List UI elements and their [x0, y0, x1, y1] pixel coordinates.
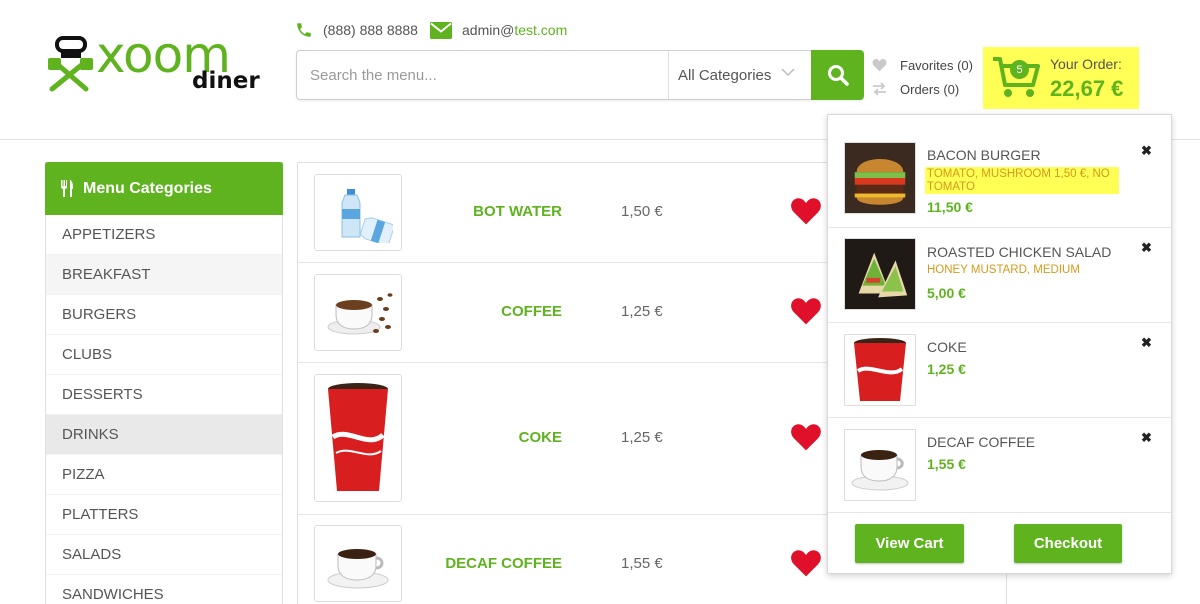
cart-count-badge: 5 [1010, 60, 1029, 79]
product-price: 1,55 € [621, 555, 663, 572]
product-price: 1,50 € [621, 203, 663, 220]
your-order-label: Your Order: [1050, 56, 1122, 72]
product-name[interactable]: BOT WATER [473, 203, 562, 220]
coffee-cup-image[interactable] [314, 525, 402, 602]
product-price: 1,25 € [621, 429, 663, 446]
search-button[interactable] [811, 50, 864, 100]
category-select-value: All Categories [678, 66, 772, 84]
coffee-cup-image[interactable] [314, 274, 402, 351]
cart-item: BACON BURGER TOMATO, MUSHROOM 1,50 €, NO… [828, 115, 1171, 228]
orders-link[interactable]: Orders (0) [872, 80, 959, 98]
cart-item-name: ROASTED CHICKEN SALAD [927, 244, 1112, 260]
remove-item-icon[interactable]: ✖ [1141, 240, 1152, 256]
cart-item-name: BACON BURGER [927, 147, 1041, 163]
favorite-heart-icon[interactable] [790, 422, 822, 452]
product-name[interactable]: COKE [519, 429, 562, 446]
email-contact[interactable]: admin@test.com [430, 20, 567, 40]
menu-categories-title: Menu Categories [83, 179, 212, 197]
search-icon [827, 65, 849, 86]
category-item-appetizers[interactable]: APPETIZERS [46, 215, 282, 255]
cart-item-price: 11,50 € [927, 199, 973, 215]
product-price: 1,25 € [621, 303, 663, 320]
phone-number: (888) 888 8888 [323, 22, 418, 38]
cart-item-options: TOMATO, MUSHROOM 1,50 €, NO TOMATO [925, 167, 1119, 194]
your-order-button[interactable]: 5 Your Order: 22,67 € [983, 47, 1139, 109]
category-item-pizza[interactable]: PIZZA [46, 455, 282, 495]
chef-utensils-icon [48, 36, 93, 92]
logo-subtitle: diner [192, 68, 260, 94]
envelope-icon [430, 21, 452, 39]
cart-dropdown: BACON BURGER TOMATO, MUSHROOM 1,50 €, NO… [827, 114, 1172, 574]
remove-item-icon[interactable]: ✖ [1141, 335, 1152, 351]
coffee-cup-image [844, 429, 916, 501]
favorite-heart-icon[interactable] [790, 196, 822, 226]
favorites-label: Favorites (0) [900, 57, 973, 73]
product-name[interactable]: COFFEE [501, 303, 562, 320]
search-bar: All Categories [296, 50, 864, 100]
view-cart-button[interactable]: View Cart [855, 524, 964, 563]
checkout-button[interactable]: Checkout [1014, 524, 1122, 563]
water-bottle-image[interactable] [314, 174, 402, 251]
category-item-salads[interactable]: SALADS [46, 535, 282, 575]
logo[interactable]: xoom diner [46, 26, 276, 96]
product-name[interactable]: DECAF COFFEE [445, 555, 562, 572]
orders-label: Orders (0) [900, 81, 960, 97]
category-item-sandwiches[interactable]: SANDWICHES [46, 575, 282, 604]
favorite-heart-icon[interactable] [790, 548, 822, 578]
category-item-drinks[interactable]: DRINKS [46, 415, 282, 455]
exchange-arrows-icon [873, 82, 886, 96]
coke-cup-image[interactable] [314, 374, 402, 502]
cart-item: ROASTED CHICKEN SALAD HONEY MUSTARD, MED… [828, 228, 1171, 323]
email-address: admin@test.com [462, 22, 568, 38]
cart-item: DECAF COFFEE 1,55 € ✖ [828, 418, 1171, 513]
remove-item-icon[interactable]: ✖ [1141, 143, 1152, 159]
cart-item-price: 1,55 € [927, 456, 966, 472]
bacon-burger-image [844, 142, 916, 214]
category-item-clubs[interactable]: CLUBS [46, 335, 282, 375]
category-item-desserts[interactable]: DESSERTS [46, 375, 282, 415]
chevron-down-icon [781, 68, 795, 77]
menu-categories-header: Menu Categories [45, 162, 283, 215]
menu-categories-sidebar: Menu Categories APPETIZERS BREAKFAST BUR… [45, 162, 283, 604]
order-total: 22,67 € [1050, 76, 1124, 101]
favorites-link[interactable]: Favorites (0) [872, 56, 973, 74]
search-input[interactable] [297, 51, 668, 99]
favorite-heart-icon[interactable] [790, 296, 822, 326]
phone-contact[interactable]: (888) 888 8888 [295, 20, 418, 40]
category-select[interactable]: All Categories [668, 51, 811, 99]
cart-item-price: 5,00 € [927, 285, 966, 301]
cart-item-name: COKE [927, 339, 967, 355]
cart-item-name: DECAF COFFEE [927, 434, 1036, 450]
chicken-salad-image [844, 238, 916, 310]
heart-icon [872, 59, 887, 72]
category-item-burgers[interactable]: BURGERS [46, 295, 282, 335]
category-item-breakfast[interactable]: BREAKFAST [46, 255, 282, 295]
category-item-platters[interactable]: PLATTERS [46, 495, 282, 535]
cart-item-options: HONEY MUSTARD, MEDIUM [927, 264, 1080, 276]
phone-icon [297, 23, 311, 37]
coke-cup-image [844, 334, 916, 406]
fork-knife-icon [61, 180, 73, 197]
remove-item-icon[interactable]: ✖ [1141, 430, 1152, 446]
cart-item-price: 1,25 € [927, 361, 966, 377]
cart-item: COKE 1,25 € ✖ [828, 323, 1171, 418]
